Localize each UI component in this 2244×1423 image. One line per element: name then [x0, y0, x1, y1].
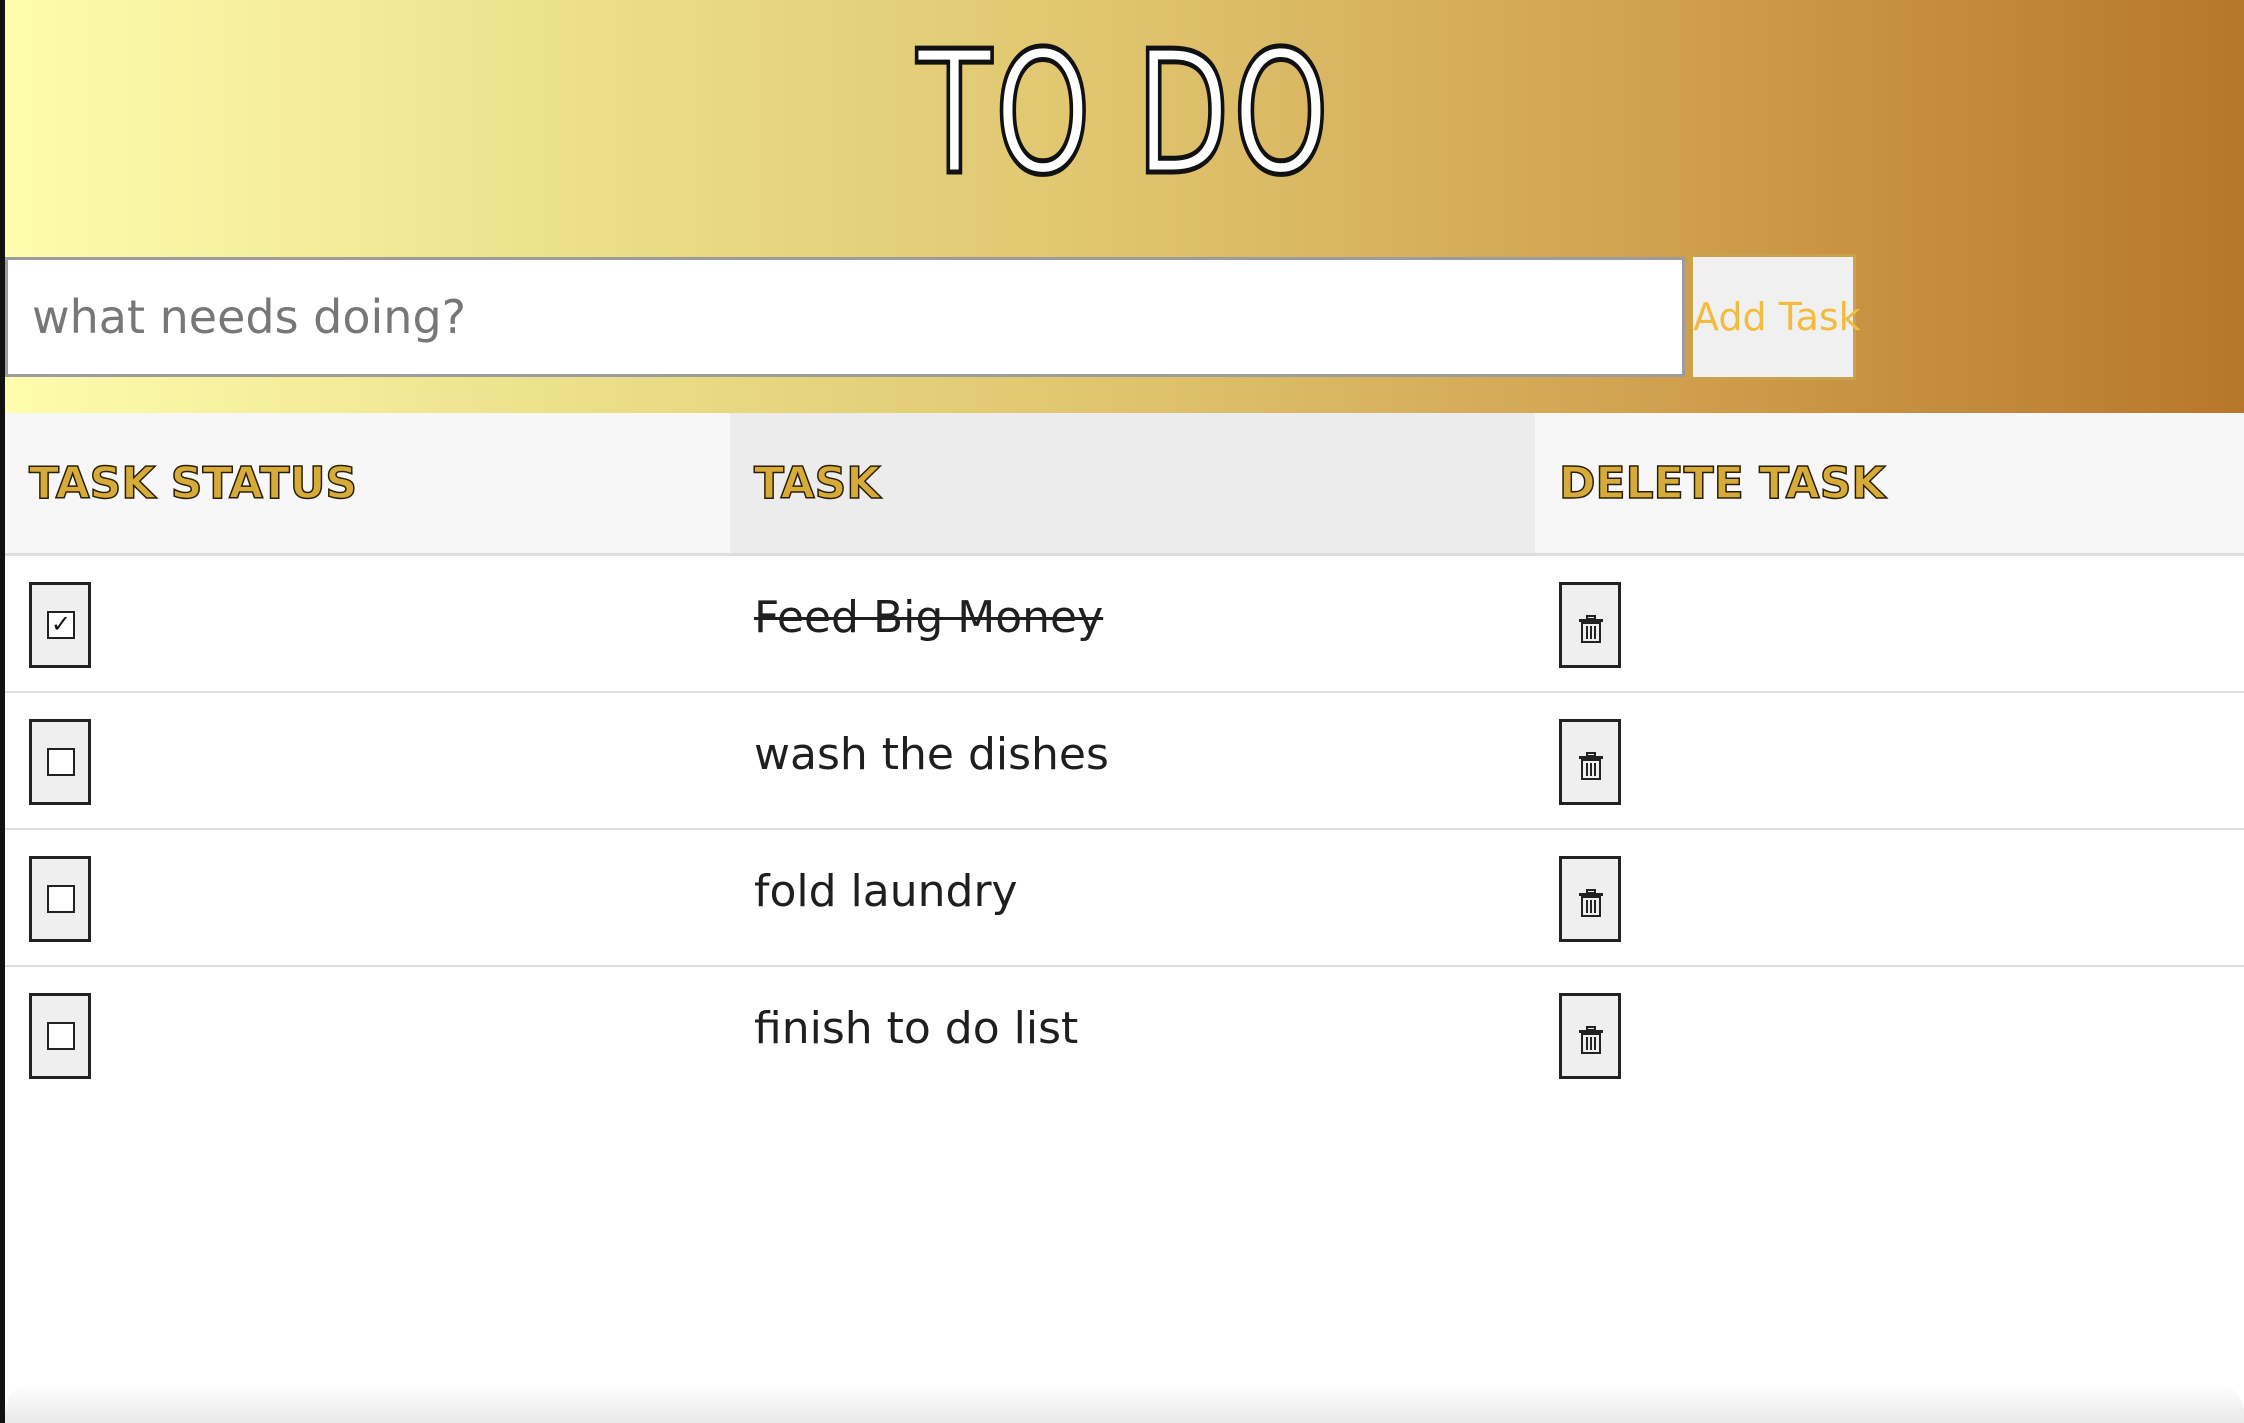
task-cell: fold laundry	[730, 830, 1535, 965]
window-bottom-edge	[5, 1383, 2244, 1423]
table-row: finish to do list	[5, 967, 2244, 1102]
header-task: TASK	[730, 413, 1535, 553]
task-text: Feed Big Money	[754, 592, 1104, 643]
table-row: wash the dishes	[5, 693, 2244, 830]
task-cell: finish to do list	[730, 967, 1535, 1102]
checkbox-unchecked-icon	[47, 1022, 75, 1050]
task-cell: Feed Big Money	[730, 556, 1535, 691]
delete-cell	[1535, 967, 2244, 1102]
table-row: fold laundry	[5, 830, 2244, 967]
new-task-input[interactable]	[5, 257, 1685, 377]
trash-icon	[1579, 615, 1603, 643]
checkbox-unchecked-icon	[47, 748, 75, 776]
checkbox-checked-icon: ✓	[47, 611, 75, 639]
table-header: TASK STATUS TASK DELETE TASK	[5, 413, 2244, 556]
status-cell	[5, 693, 730, 828]
delete-task-button[interactable]	[1559, 719, 1621, 805]
header-task-status: TASK STATUS	[28, 457, 358, 510]
header-delete-task: DELETE TASK	[1558, 457, 1886, 510]
delete-task-button[interactable]	[1559, 993, 1621, 1079]
delete-cell	[1535, 830, 2244, 965]
delete-cell	[1535, 556, 2244, 691]
add-task-button[interactable]: Add Task	[1690, 254, 1861, 380]
status-cell	[5, 967, 730, 1102]
status-cell: ✓	[5, 556, 730, 691]
status-cell	[5, 830, 730, 965]
delete-cell	[1535, 693, 2244, 828]
page-title: TO DO	[915, 13, 1333, 216]
task-status-toggle[interactable]	[29, 719, 91, 805]
trash-icon	[1579, 889, 1603, 917]
trash-icon	[1579, 752, 1603, 780]
checkbox-unchecked-icon	[47, 885, 75, 913]
trash-icon	[1579, 1026, 1603, 1054]
delete-task-button[interactable]	[1559, 582, 1621, 668]
task-table: TASK STATUS TASK DELETE TASK ✓ Feed Big …	[5, 413, 2244, 1102]
task-text: wash the dishes	[754, 729, 1109, 780]
task-text: finish to do list	[754, 1003, 1079, 1054]
task-text: fold laundry	[754, 866, 1018, 917]
task-status-toggle[interactable]	[29, 993, 91, 1079]
task-status-toggle[interactable]	[29, 856, 91, 942]
table-row: ✓ Feed Big Money	[5, 556, 2244, 693]
delete-task-button[interactable]	[1559, 856, 1621, 942]
task-cell: wash the dishes	[730, 693, 1535, 828]
app-window: TO DO Add Task TASK STATUS TASK DELETE T…	[0, 0, 2244, 1423]
window-edge	[0, 0, 5, 1423]
header-banner: TO DO Add Task	[5, 0, 2244, 413]
task-status-toggle[interactable]: ✓	[29, 582, 91, 668]
